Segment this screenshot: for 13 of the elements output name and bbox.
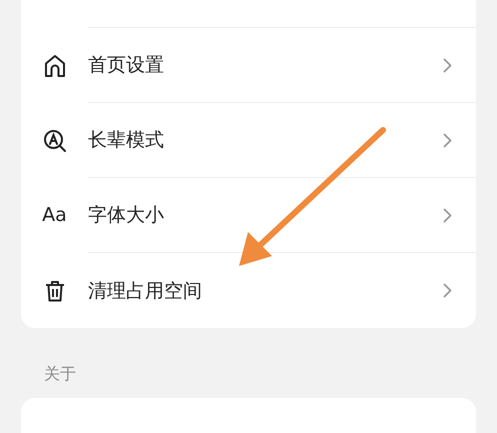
magnifier-icon	[42, 128, 66, 152]
setting-label[interactable]: 首页设置	[88, 52, 164, 78]
chevron-icon	[443, 208, 452, 222]
chevron-icon	[443, 283, 452, 298]
chevron-icon	[443, 58, 452, 72]
chevron-icon	[443, 132, 452, 148]
setting-label[interactable]: 长辈模式	[88, 127, 164, 153]
section-title: 关于	[44, 363, 77, 385]
setting-label[interactable]: 字体大小	[88, 202, 164, 228]
home-icon	[44, 54, 66, 78]
setting-label[interactable]: 清理占用空间	[88, 278, 202, 304]
font-size-icon: Aa	[42, 206, 67, 225]
trash-icon	[44, 280, 64, 302]
